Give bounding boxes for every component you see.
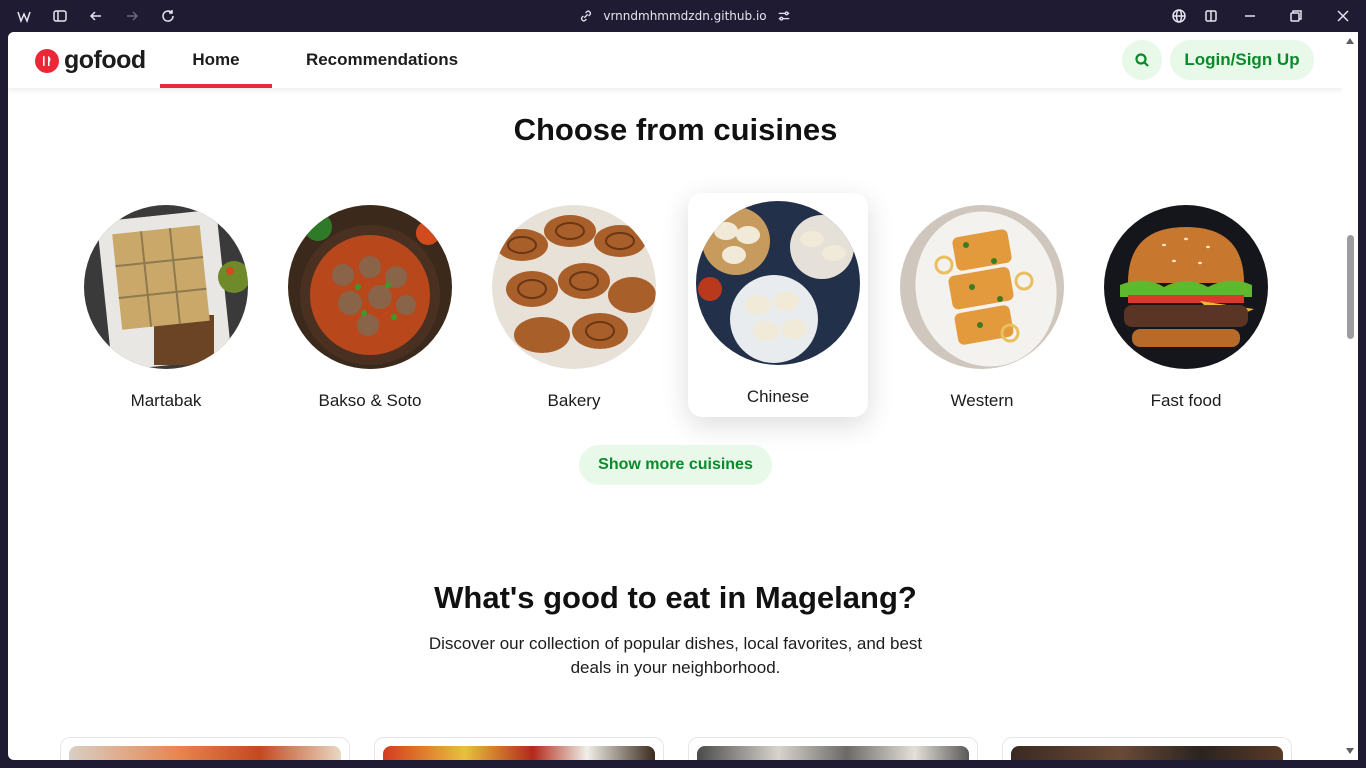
globe-icon[interactable] (1169, 6, 1189, 26)
discover-description: Discover our collection of popular dishe… (428, 634, 923, 677)
nav-tab-recommendations[interactable]: Recommendations (292, 32, 472, 88)
search-button[interactable] (1122, 40, 1162, 80)
window-frame-right (1358, 32, 1366, 768)
reload-icon[interactable] (158, 6, 178, 26)
cuisine-item-bakso-soto[interactable]: Bakso & Soto (280, 205, 460, 411)
browser-titlebar: vrnndmhmmdzdn.github.io (0, 0, 1366, 32)
dish-card[interactable] (374, 737, 664, 760)
forward-icon[interactable] (122, 6, 142, 26)
site-header: gofood Home Recommendations Login/Sign U… (8, 32, 1343, 88)
search-icon (1135, 53, 1149, 67)
cuisine-label: Bakso & Soto (318, 391, 422, 410)
western-image (900, 205, 1064, 369)
cuisine-label: Bakery (547, 391, 601, 410)
dish-card-image (697, 746, 969, 760)
cuisine-item-chinese[interactable]: Chinese (688, 193, 868, 417)
cuisine-item-martabak[interactable]: Martabak (76, 205, 256, 411)
dish-card-image (69, 746, 341, 760)
nav-tab-recommendations-label: Recommendations (305, 50, 459, 69)
bakery-image (492, 205, 656, 369)
nav-tab-home[interactable]: Home (160, 32, 272, 88)
cuisine-item-western[interactable]: Western (892, 205, 1072, 411)
bakso-image (288, 205, 452, 369)
cuisine-item-bakery[interactable]: Bakery (484, 205, 664, 411)
cuisine-label: Western (950, 391, 1014, 410)
dish-card[interactable] (60, 737, 350, 760)
scroll-down-arrow-icon[interactable] (1346, 748, 1354, 754)
close-icon[interactable] (1333, 6, 1353, 26)
gofood-logo[interactable]: gofood (35, 46, 146, 75)
scroll-up-arrow-icon[interactable] (1346, 38, 1354, 44)
dish-card-image (1011, 746, 1283, 760)
cuisine-label: Martabak (130, 391, 202, 410)
gofood-logo-icon (35, 48, 59, 73)
login-signup-button[interactable]: Login/Sign Up (1170, 40, 1314, 80)
window-frame-bottom (0, 760, 1366, 768)
martabak-image (84, 205, 248, 369)
cuisine-label: Chinese (746, 387, 810, 406)
scrollbar-thumb[interactable] (1347, 235, 1354, 339)
cuisine-label: Fast food (1150, 391, 1222, 410)
back-icon[interactable] (86, 6, 106, 26)
address-bar[interactable]: vrnndmhmmdzdn.github.io (540, 4, 830, 28)
minimize-icon[interactable] (1240, 6, 1260, 26)
site-settings-icon[interactable] (777, 9, 791, 23)
restore-icon[interactable] (1286, 6, 1306, 26)
dish-card-image (383, 746, 655, 760)
link-icon (581, 10, 592, 22)
url-text: vrnndmhmmdzdn.github.io (603, 9, 767, 23)
show-more-cuisines-button[interactable]: Show more cuisines (579, 445, 772, 485)
dish-card[interactable] (1002, 737, 1292, 760)
dumplings-image (696, 201, 860, 365)
cuisines-title: Choose from cuisines (513, 112, 838, 147)
page-scrollbar[interactable] (1343, 32, 1358, 760)
burger-image (1104, 205, 1268, 369)
nav-tab-home-label: Home (192, 50, 240, 69)
split-view-icon[interactable] (1201, 6, 1221, 26)
discover-title: What's good to eat in Magelang? (434, 580, 917, 615)
browser-logo-icon[interactable] (14, 6, 34, 26)
cuisine-item-fast-food[interactable]: Fast food (1096, 205, 1276, 411)
sidebar-toggle-icon[interactable] (50, 6, 70, 26)
dish-card[interactable] (688, 737, 978, 760)
page-viewport: gofood Home Recommendations Login/Sign U… (8, 32, 1343, 760)
logo-text: gofood (64, 46, 146, 74)
